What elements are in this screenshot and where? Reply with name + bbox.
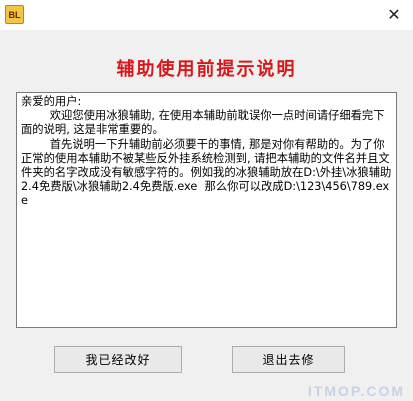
watermark: ITMOP.COM xyxy=(307,383,405,399)
notice-text-area[interactable]: 亲爱的用户: 欢迎您使用冰狼辅助, 在使用本辅助前耽误你一点时间请仔细看完下面的… xyxy=(16,92,397,328)
exit-to-rename-button[interactable]: 退出去修 xyxy=(232,346,345,373)
close-button[interactable]: ✕ xyxy=(381,3,407,25)
app-icon: BL xyxy=(5,5,24,24)
title-bar: BL ✕ xyxy=(0,0,413,30)
confirm-renamed-button[interactable]: 我已经改好 xyxy=(54,346,182,373)
page-title: 辅助使用前提示说明 xyxy=(116,59,297,80)
